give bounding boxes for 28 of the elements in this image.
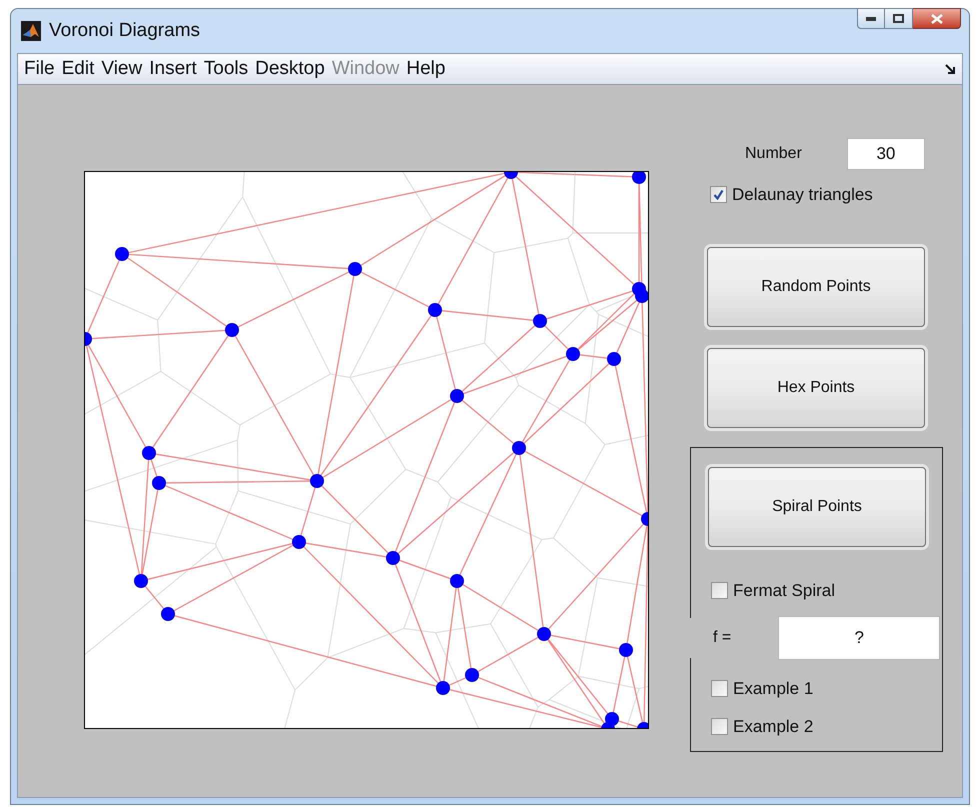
- checkbox[interactable]: [711, 718, 728, 735]
- checkbox-label: Delaunay triangles: [732, 184, 873, 206]
- menu-item[interactable]: Insert: [149, 54, 197, 84]
- number-label: Number: [745, 144, 802, 164]
- checkbox[interactable]: [711, 680, 728, 698]
- maximize-icon: [893, 14, 904, 23]
- menu-item[interactable]: File: [24, 54, 55, 84]
- f-field[interactable]: ?: [778, 616, 940, 660]
- menu-item[interactable]: Edit: [62, 54, 94, 84]
- minimize-icon: [866, 16, 876, 20]
- checkbox[interactable]: [711, 582, 728, 599]
- close-button[interactable]: [913, 8, 961, 29]
- checkbox-label: Example 2: [733, 716, 814, 738]
- menu-item[interactable]: Desktop: [255, 54, 325, 84]
- menu-item[interactable]: Help: [406, 54, 446, 84]
- number-field[interactable]: 30: [846, 138, 925, 170]
- app-logo-icon: [21, 21, 41, 41]
- minimize-button[interactable]: [857, 8, 885, 29]
- checkbox[interactable]: [710, 186, 727, 204]
- dock-arrow-icon: [945, 64, 956, 74]
- menu-item[interactable]: Tools: [204, 54, 248, 84]
- close-icon: [930, 14, 942, 24]
- window-title: Voronoi Diagrams: [49, 18, 200, 43]
- menu-item[interactable]: View: [101, 54, 142, 84]
- checkmark-icon: [713, 189, 724, 200]
- maximize-button[interactable]: [885, 8, 913, 29]
- checkbox-label: Fermat Spiral: [733, 580, 836, 602]
- checkbox-label: Example 1: [733, 678, 814, 700]
